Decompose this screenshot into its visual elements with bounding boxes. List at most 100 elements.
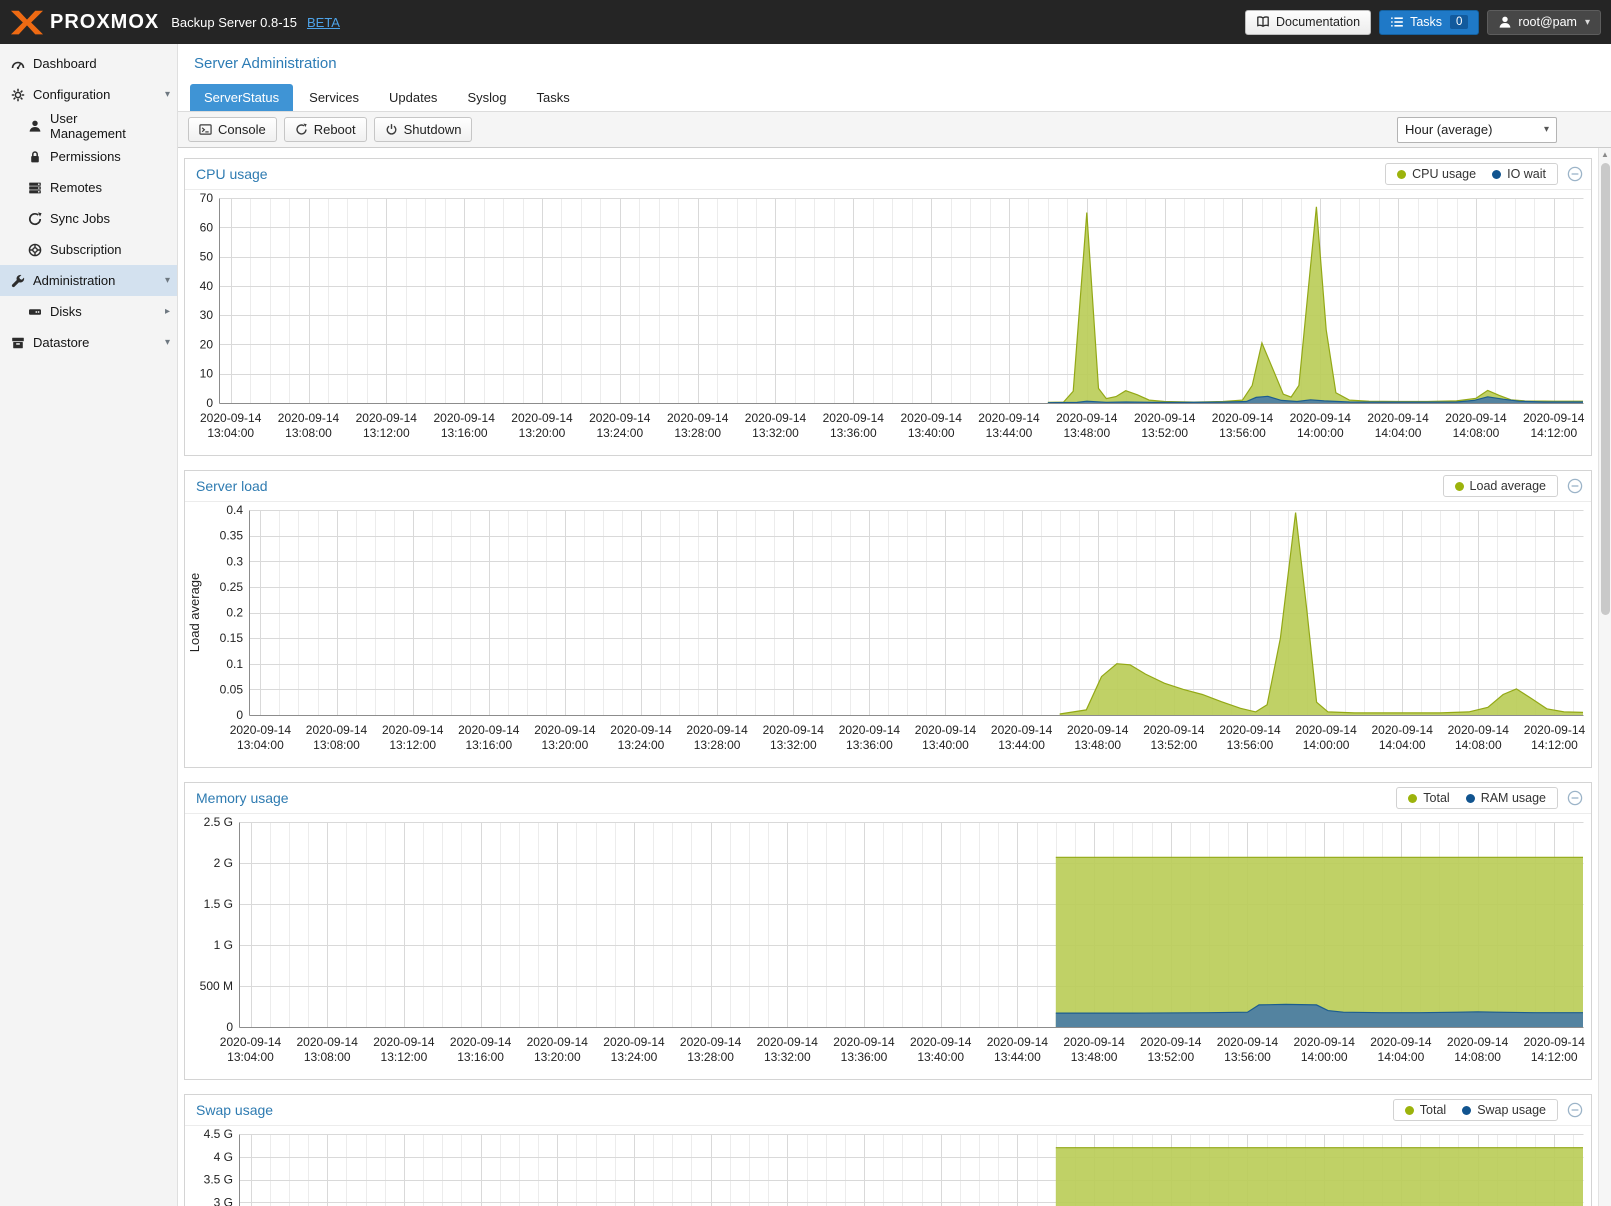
svg-text:13:40:00: 13:40:00: [917, 1050, 964, 1064]
server-stack-icon: [28, 181, 42, 195]
tab-updates[interactable]: Updates: [375, 84, 451, 111]
panel-header: Memory usageTotalRAM usage: [185, 783, 1591, 814]
chevron-down-icon: ▾: [165, 337, 170, 348]
memory-usage-legend: Total RAM usage: [1396, 787, 1558, 809]
svg-text:60: 60: [200, 220, 214, 234]
svg-text:13:20:00: 13:20:00: [519, 426, 566, 440]
sidebar-item-label: Configuration: [33, 87, 110, 102]
legend-item-io-wait[interactable]: IO wait: [1492, 167, 1546, 181]
tab-syslog[interactable]: Syslog: [453, 84, 520, 111]
toolbar: Console Reboot Shutdown Hour (average) ▾: [178, 111, 1611, 148]
svg-text:13:56:00: 13:56:00: [1224, 1050, 1271, 1064]
legend-label: Total: [1423, 791, 1449, 805]
sidebar-item-label: Sync Jobs: [50, 211, 110, 226]
tasks-button[interactable]: Tasks 0: [1379, 10, 1479, 35]
svg-text:13:04:00: 13:04:00: [227, 1050, 274, 1064]
svg-text:13:08:00: 13:08:00: [304, 1050, 351, 1064]
shutdown-button[interactable]: Shutdown: [374, 117, 473, 142]
svg-text:13:12:00: 13:12:00: [389, 738, 436, 752]
sidebar-item-remotes[interactable]: Remotes: [0, 172, 177, 203]
reboot-button[interactable]: Reboot: [284, 117, 367, 142]
svg-text:2020-09-14: 2020-09-14: [901, 411, 963, 425]
svg-text:2020-09-14: 2020-09-14: [991, 723, 1053, 737]
tab-serverstatus[interactable]: ServerStatus: [190, 84, 293, 111]
scrollbar-thumb[interactable]: [1601, 163, 1610, 615]
tab-tasks[interactable]: Tasks: [522, 84, 583, 111]
svg-text:0: 0: [206, 396, 213, 410]
svg-text:13:28:00: 13:28:00: [674, 426, 721, 440]
legend-item-total[interactable]: Total: [1408, 791, 1449, 805]
sidebar-item-administration[interactable]: Administration ▾: [0, 265, 177, 296]
svg-text:13:48:00: 13:48:00: [1071, 1050, 1118, 1064]
collapse-panel-icon[interactable]: [1567, 790, 1583, 806]
svg-text:40: 40: [200, 279, 214, 293]
svg-text:2020-09-14: 2020-09-14: [220, 1035, 282, 1049]
svg-text:14:04:00: 14:04:00: [1375, 426, 1422, 440]
wrench-icon: [11, 274, 25, 288]
documentation-button[interactable]: Documentation: [1245, 10, 1371, 35]
sidebar-item-configuration[interactable]: Configuration ▾: [0, 79, 177, 110]
legend-label: Swap usage: [1477, 1103, 1546, 1117]
sidebar-item-label: Disks: [50, 304, 82, 319]
svg-text:13:28:00: 13:28:00: [687, 1050, 734, 1064]
chart-body: 0500 M1 G1.5 G2 G2.5 G2020-09-1413:04:00…: [185, 814, 1591, 1079]
svg-text:2020-09-14: 2020-09-14: [382, 723, 444, 737]
svg-text:14:12:00: 14:12:00: [1530, 426, 1577, 440]
tab-services[interactable]: Services: [295, 84, 373, 111]
collapse-panel-icon[interactable]: [1567, 478, 1583, 494]
sidebar-item-label: Dashboard: [33, 56, 97, 71]
sidebar-item-sync-jobs[interactable]: Sync Jobs: [0, 203, 177, 234]
legend-item-cpu-usage[interactable]: CPU usage: [1397, 167, 1476, 181]
svg-text:2020-09-14: 2020-09-14: [356, 411, 418, 425]
svg-text:13:12:00: 13:12:00: [381, 1050, 428, 1064]
svg-text:14:00:00: 14:00:00: [1301, 1050, 1348, 1064]
svg-text:0.35: 0.35: [220, 529, 244, 543]
sidebar-item-disks[interactable]: Disks ▸: [0, 296, 177, 327]
svg-text:2020-09-14: 2020-09-14: [511, 411, 573, 425]
svg-text:13:44:00: 13:44:00: [986, 426, 1033, 440]
legend-dot-icon: [1455, 482, 1464, 491]
sidebar-item-user-management[interactable]: User Management: [0, 110, 177, 141]
svg-text:2020-09-14: 2020-09-14: [680, 1035, 742, 1049]
svg-text:2020-09-14: 2020-09-14: [278, 411, 340, 425]
svg-text:3 G: 3 G: [214, 1195, 233, 1206]
svg-text:0.1: 0.1: [226, 657, 243, 671]
svg-text:2020-09-14: 2020-09-14: [306, 723, 368, 737]
legend-item-ram-usage[interactable]: RAM usage: [1466, 791, 1546, 805]
svg-text:2020-09-14: 2020-09-14: [1448, 723, 1510, 737]
legend-dot-icon: [1466, 794, 1475, 803]
legend-item-swap-usage[interactable]: Swap usage: [1462, 1103, 1546, 1117]
beta-link[interactable]: BETA: [307, 15, 340, 30]
svg-text:13:04:00: 13:04:00: [207, 426, 254, 440]
memory-usage-chart: 0500 M1 G1.5 G2 G2.5 G2020-09-1413:04:00…: [185, 814, 1591, 1074]
svg-text:13:56:00: 13:56:00: [1219, 426, 1266, 440]
user-menu-button[interactable]: root@pam ▾: [1487, 10, 1601, 35]
legend-item-load-average[interactable]: Load average: [1455, 479, 1546, 493]
timeframe-select[interactable]: Hour (average) ▾: [1397, 117, 1557, 143]
svg-text:13:36:00: 13:36:00: [841, 1050, 888, 1064]
collapse-panel-icon[interactable]: [1567, 1102, 1583, 1118]
memory-usage-panel: Memory usageTotalRAM usage0500 M1 G1.5 G…: [184, 782, 1592, 1080]
hdd-icon: [28, 305, 42, 319]
sidebar-item-datastore[interactable]: Datastore ▾: [0, 327, 177, 358]
svg-text:2020-09-14: 2020-09-14: [450, 1035, 512, 1049]
svg-text:13:16:00: 13:16:00: [465, 738, 512, 752]
sidebar-item-permissions[interactable]: Permissions: [0, 141, 177, 172]
collapse-panel-icon[interactable]: [1567, 166, 1583, 182]
vertical-scrollbar[interactable]: ▲: [1598, 148, 1611, 1206]
archive-icon: [11, 336, 25, 350]
proxmox-logo: PROXMOX Backup Server 0.8-15 BETA: [10, 9, 340, 36]
sidebar-item-subscription[interactable]: Subscription: [0, 234, 177, 265]
sidebar-item-dashboard[interactable]: Dashboard: [0, 48, 177, 79]
tasks-count-badge: 0: [1450, 15, 1468, 29]
svg-text:2020-09-14: 2020-09-14: [373, 1035, 435, 1049]
console-button[interactable]: Console: [188, 117, 277, 142]
server-load-title: Server load: [193, 478, 268, 494]
svg-text:14:08:00: 14:08:00: [1454, 1050, 1501, 1064]
scrollbar-up-arrow[interactable]: ▲: [1599, 148, 1611, 161]
panel-header: CPU usageCPU usageIO wait: [185, 159, 1591, 190]
svg-text:13:08:00: 13:08:00: [285, 426, 332, 440]
sidebar-item-label: Administration: [33, 273, 115, 288]
legend-item-total[interactable]: Total: [1405, 1103, 1446, 1117]
svg-text:2020-09-14: 2020-09-14: [763, 723, 825, 737]
